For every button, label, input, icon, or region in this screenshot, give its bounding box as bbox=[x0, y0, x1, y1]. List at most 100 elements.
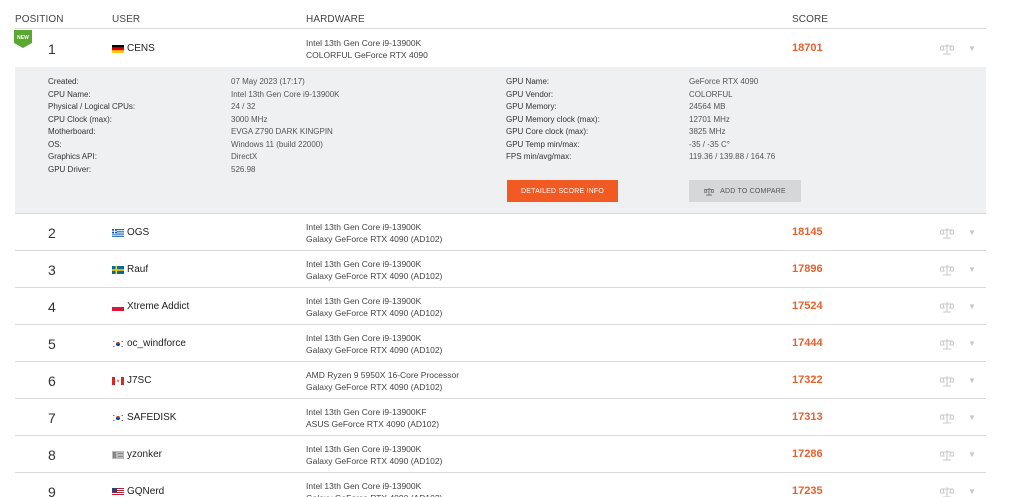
score-value: 17444 bbox=[792, 337, 823, 349]
scale-icon[interactable] bbox=[940, 449, 954, 461]
chevron-down-icon[interactable]: ▼ bbox=[968, 265, 976, 274]
chevron-down-icon[interactable]: ▼ bbox=[968, 339, 976, 348]
cpu-name: Intel 13th Gen Core i9-13900K bbox=[306, 296, 422, 306]
hardware-info: Intel 13th Gen Core i9-13900K Galaxy GeF… bbox=[306, 221, 442, 245]
add-to-compare-button[interactable]: ADD TO COMPARE bbox=[689, 180, 801, 202]
scale-icon[interactable] bbox=[940, 43, 954, 55]
flag-unknown-icon bbox=[112, 450, 124, 459]
rank-position: 8 bbox=[48, 447, 56, 463]
cpu-name: Intel 13th Gen Core i9-13900K bbox=[306, 38, 422, 48]
gpu-name: COLORFUL GeForce RTX 4090 bbox=[306, 50, 428, 60]
column-position: POSITION bbox=[15, 14, 64, 25]
user-name-label: SAFEDISK bbox=[127, 412, 177, 423]
detail-value: COLORFUL bbox=[689, 89, 733, 99]
detail-label: Motherboard: bbox=[48, 127, 96, 136]
new-badge-icon: NEW bbox=[14, 30, 32, 48]
chevron-down-icon[interactable]: ▼ bbox=[968, 302, 976, 311]
gpu-name: Galaxy GeForce RTX 4090 (AD102) bbox=[306, 234, 443, 244]
chevron-down-icon[interactable]: ▼ bbox=[968, 413, 976, 422]
flag-kr-icon bbox=[112, 339, 124, 348]
detail-value: 3825 MHz bbox=[689, 127, 726, 136]
chevron-down-icon[interactable]: ▼ bbox=[968, 44, 976, 53]
detail-label: GPU Name: bbox=[506, 77, 550, 86]
user-name-label: Rauf bbox=[127, 264, 149, 275]
scale-icon[interactable] bbox=[940, 264, 954, 276]
user-name[interactable]: oc_windforce bbox=[112, 338, 186, 349]
scale-icon[interactable] bbox=[940, 338, 954, 350]
scale-icon[interactable] bbox=[940, 227, 954, 239]
detail-value: Windows 11 (build 22000) bbox=[231, 139, 323, 149]
scale-icon[interactable] bbox=[940, 412, 954, 424]
hardware-info: Intel 13th Gen Core i9-13900K Galaxy GeF… bbox=[306, 332, 442, 356]
flag-se-icon bbox=[112, 265, 124, 274]
rank-position: 1 bbox=[48, 41, 56, 57]
user-name-label: GQNerd bbox=[127, 486, 165, 497]
table-row[interactable]: 4 Xtreme Addict Intel 13th Gen Core i9-1… bbox=[15, 287, 986, 324]
detail-label: Created: bbox=[48, 77, 79, 86]
detail-value: 12701 MHz bbox=[689, 114, 730, 124]
chevron-down-icon[interactable]: ▼ bbox=[968, 376, 976, 385]
table-row[interactable]: 5 oc_windforce Intel 13th Gen Core i9-13… bbox=[15, 324, 986, 361]
detail-label: CPU Name: bbox=[48, 89, 91, 99]
scale-icon[interactable] bbox=[940, 301, 954, 313]
chevron-down-icon[interactable]: ▼ bbox=[968, 450, 976, 459]
table-row[interactable]: 6 J7SC AMD Ryzen 9 5950X 16-Core Process… bbox=[15, 361, 986, 398]
scale-icon[interactable] bbox=[940, 486, 954, 497]
hardware-info: Intel 13th Gen Core i9-13900K Galaxy GeF… bbox=[306, 258, 442, 282]
detail-label: GPU Driver: bbox=[48, 164, 92, 174]
column-user: USER bbox=[112, 14, 141, 25]
user-name-label: Xtreme Addict bbox=[127, 301, 190, 312]
detailed-score-info-button[interactable]: DETAILED SCORE INFO bbox=[507, 180, 618, 202]
hardware-info: Intel 13th Gen Core i9-13900K COLORFUL G… bbox=[306, 37, 428, 61]
table-row[interactable]: 8 yzonker Intel 13th Gen Core i9-13900K … bbox=[15, 435, 986, 472]
user-name-label: OGS bbox=[127, 227, 150, 238]
detail-label: Graphics API: bbox=[48, 152, 97, 161]
table-row[interactable]: 9 GQNerd Intel 13th Gen Core i9-13900K G… bbox=[15, 472, 986, 497]
scale-icon bbox=[704, 187, 715, 195]
chevron-down-icon[interactable]: ▼ bbox=[968, 487, 976, 496]
scale-icon[interactable] bbox=[940, 375, 954, 387]
table-row[interactable]: 2 OGS Intel 13th Gen Core i9-13900K Gala… bbox=[15, 213, 986, 250]
detail-label: OS: bbox=[48, 139, 62, 149]
user-name[interactable]: Rauf bbox=[112, 264, 148, 275]
rank-position: 3 bbox=[48, 262, 56, 278]
gpu-name: Galaxy GeForce RTX 4090 (AD102) bbox=[306, 308, 443, 318]
table-row[interactable]: 7 SAFEDISK Intel 13th Gen Core i9-13900K… bbox=[15, 398, 986, 435]
gpu-name: Galaxy GeForce RTX 4090 (AD102) bbox=[306, 271, 443, 281]
chevron-down-icon[interactable]: ▼ bbox=[968, 228, 976, 237]
score-value: 17524 bbox=[792, 300, 823, 312]
rank-position: 5 bbox=[48, 336, 56, 352]
gpu-name: ASUS GeForce RTX 4090 (AD102) bbox=[306, 419, 440, 429]
user-name[interactable]: CENS bbox=[112, 43, 155, 54]
flag-us-icon bbox=[112, 487, 124, 496]
flag-ca-icon bbox=[112, 376, 124, 385]
user-name[interactable]: yzonker bbox=[112, 449, 162, 460]
detail-label: GPU Temp min/max: bbox=[506, 139, 580, 149]
flag-kr-icon bbox=[112, 413, 124, 422]
score-detail-panel: Created: 07 May 2023 (17:17) CPU Name: In… bbox=[15, 67, 986, 213]
gpu-name: Galaxy GeForce RTX 4090 (AD102) bbox=[306, 345, 443, 355]
detail-label: CPU Clock (max): bbox=[48, 114, 113, 124]
user-name[interactable]: OGS bbox=[112, 227, 149, 238]
user-name[interactable]: J7SC bbox=[112, 375, 151, 386]
detail-value: Intel 13th Gen Core i9-13900K bbox=[231, 89, 340, 99]
hardware-info: Intel 13th Gen Core i9-13900K Galaxy GeF… bbox=[306, 295, 442, 319]
rank-position: 7 bbox=[48, 410, 56, 426]
gpu-name: Galaxy GeForce RTX 4090 (AD102) bbox=[306, 493, 442, 497]
cpu-name: Intel 13th Gen Core i9-13900KF bbox=[306, 407, 427, 417]
detail-value: 24 / 32 bbox=[231, 102, 256, 111]
header-divider bbox=[15, 28, 986, 29]
score-value: 18701 bbox=[792, 42, 823, 54]
table-header: POSITION USER HARDWARE SCORE bbox=[0, 0, 1024, 28]
detail-value: -35 / -35 C° bbox=[689, 139, 730, 149]
user-name[interactable]: SAFEDISK bbox=[112, 412, 176, 423]
user-name[interactable]: Xtreme Addict bbox=[112, 301, 189, 312]
hardware-info: Intel 13th Gen Core i9-13900K Galaxy GeF… bbox=[306, 480, 442, 497]
table-row[interactable]: NEW 1 CENS Intel 13th Gen Core i9-13900K… bbox=[14, 28, 986, 67]
column-hardware: HARDWARE bbox=[306, 14, 365, 25]
detail-value: 119.36 / 139.88 / 164.76 bbox=[689, 152, 776, 161]
table-row[interactable]: 3 Rauf Intel 13th Gen Core i9-13900K Gal… bbox=[15, 250, 986, 287]
user-name[interactable]: GQNerd bbox=[112, 486, 164, 497]
detail-value: 24564 MB bbox=[689, 102, 726, 111]
column-score[interactable]: SCORE bbox=[792, 14, 828, 25]
